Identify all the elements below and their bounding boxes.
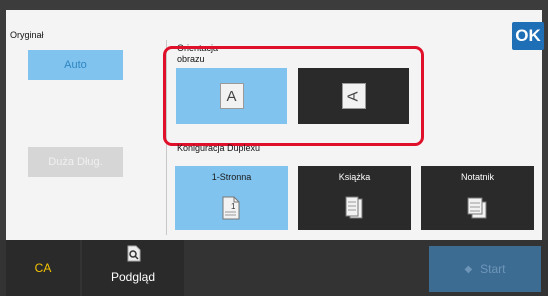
duplex-notatnik-label: Notatnik: [460, 172, 495, 182]
duplex-1-stronna-button[interactable]: 1-Stronna 1: [175, 166, 288, 230]
original-label: Oryginał: [10, 30, 44, 40]
duplex-ksiazka-button[interactable]: Książka: [298, 166, 411, 230]
single-sided-icon: 1: [222, 196, 240, 220]
svg-text:1: 1: [231, 202, 236, 211]
ok-button[interactable]: OK: [512, 22, 544, 50]
book-icon: [345, 196, 363, 219]
auto-button[interactable]: Auto: [28, 50, 123, 80]
duplex-ksiazka-label: Książka: [338, 172, 371, 182]
duza-dlug-button[interactable]: Duża Dług.: [28, 147, 123, 177]
start-label: Start: [480, 262, 506, 276]
duplex-1-stronna-label: 1-Stronna: [211, 172, 252, 182]
preview-label: Podgląd: [110, 270, 156, 284]
duplex-notatnik-button[interactable]: Notatnik: [421, 166, 534, 230]
highlight-frame: [163, 46, 424, 146]
settings-panel: Oryginał Auto Duża Dług. Orientacja obra…: [6, 10, 542, 240]
notepad-icon: [467, 197, 487, 219]
preview-button[interactable]: Podgląd: [82, 240, 184, 296]
duplex-label: Konigur‍acja Duplexu: [177, 143, 261, 153]
start-button[interactable]: ◆ Start: [429, 246, 541, 292]
preview-icon: [127, 245, 141, 262]
copy-settings-screen: Oryginał Auto Duża Dług. Orientacja obra…: [0, 0, 548, 296]
start-icon: ◆: [464, 263, 473, 275]
ca-button[interactable]: CA: [6, 240, 80, 296]
